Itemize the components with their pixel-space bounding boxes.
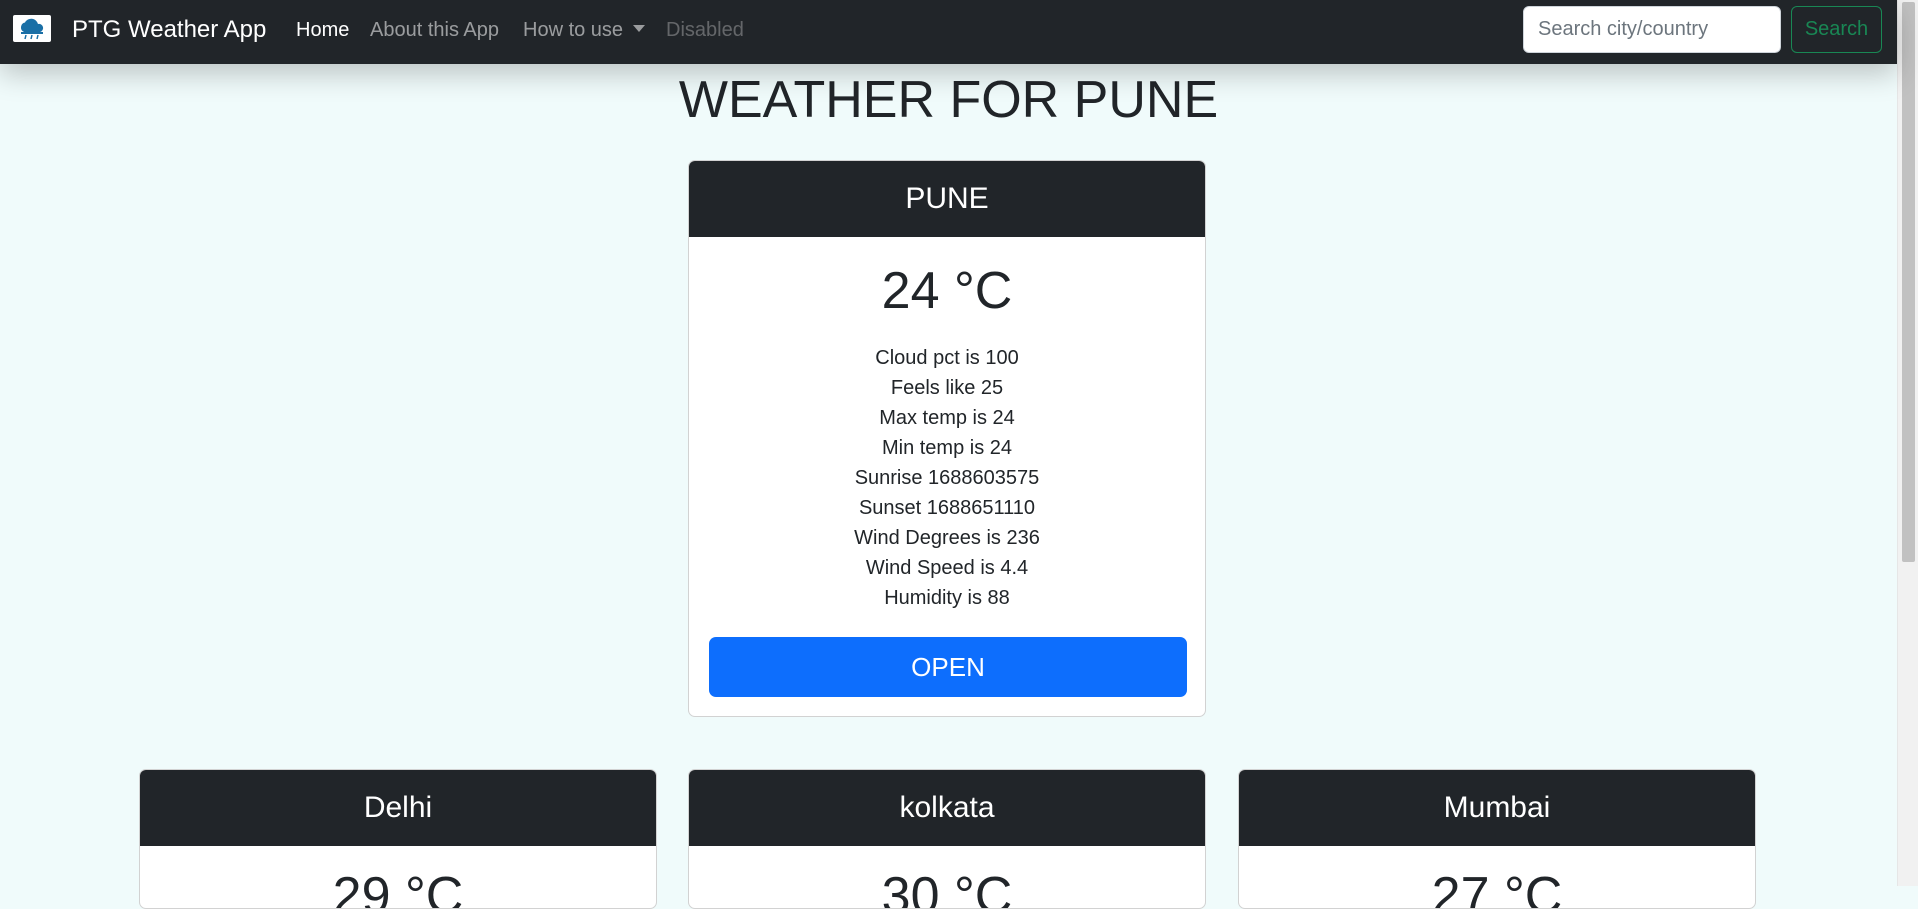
detail-humidity: Humidity is 88 — [884, 587, 1010, 609]
detail-cloud-pct: Cloud pct is 100 — [875, 347, 1019, 369]
search-input[interactable] — [1523, 6, 1781, 53]
navbar: PTG Weather App Home About this App How … — [0, 0, 1897, 64]
detail-sunset: Sunset 1688651110 — [858, 497, 1036, 519]
city-card-temperature: 30 °C — [881, 867, 1013, 909]
brand-name[interactable]: PTG Weather App — [72, 15, 266, 45]
caret-down-icon — [633, 25, 646, 32]
nav-about-link[interactable]: About this App — [370, 17, 499, 43]
detail-wind-degrees: Wind Degrees is 236 — [854, 527, 1040, 549]
main-weather-card: PUNE 24 °C Cloud pct is 100 Feels like 2… — [688, 160, 1206, 717]
city-card-title: kolkata — [689, 770, 1205, 846]
detail-wind-speed: Wind Speed is 4.4 — [865, 557, 1029, 579]
detail-max-temp: Max temp is 24 — [879, 407, 1015, 429]
detail-sunrise: Sunrise 1688603575 — [854, 467, 1040, 489]
city-card-temperature: 29 °C — [332, 867, 464, 909]
weather-details-list: Cloud pct is 100 Feels like 25 Max temp … — [689, 343, 1205, 613]
city-card-delhi: Delhi 29 °C — [139, 769, 657, 909]
city-card-title: Mumbai — [1239, 770, 1755, 846]
open-button[interactable]: OPEN — [709, 637, 1187, 697]
nav-how-to-use-dropdown[interactable]: How to use — [523, 17, 646, 43]
city-card-temperature: 27 °C — [1431, 867, 1563, 909]
main-card-temperature: 24 °C — [881, 262, 1013, 320]
nav-disabled-link: Disabled — [666, 19, 744, 41]
main-card-city: PUNE — [689, 161, 1205, 237]
nav-home-link[interactable]: Home — [296, 17, 349, 43]
cloud-rain-icon[interactable] — [13, 15, 51, 42]
nav-how-to-use-label: How to use — [523, 19, 624, 41]
scrollbar-thumb[interactable] — [1902, 2, 1915, 562]
city-card-title: Delhi — [140, 770, 656, 846]
detail-min-temp: Min temp is 24 — [881, 437, 1013, 459]
search-button[interactable]: Search — [1791, 6, 1882, 53]
vertical-scrollbar[interactable] — [1897, 0, 1918, 886]
city-card-mumbai: Mumbai 27 °C — [1238, 769, 1756, 909]
detail-feels-like: Feels like 25 — [890, 377, 1004, 399]
city-card-kolkata: kolkata 30 °C — [688, 769, 1206, 909]
page-title: WEATHER FOR PUNE — [678, 71, 1219, 129]
